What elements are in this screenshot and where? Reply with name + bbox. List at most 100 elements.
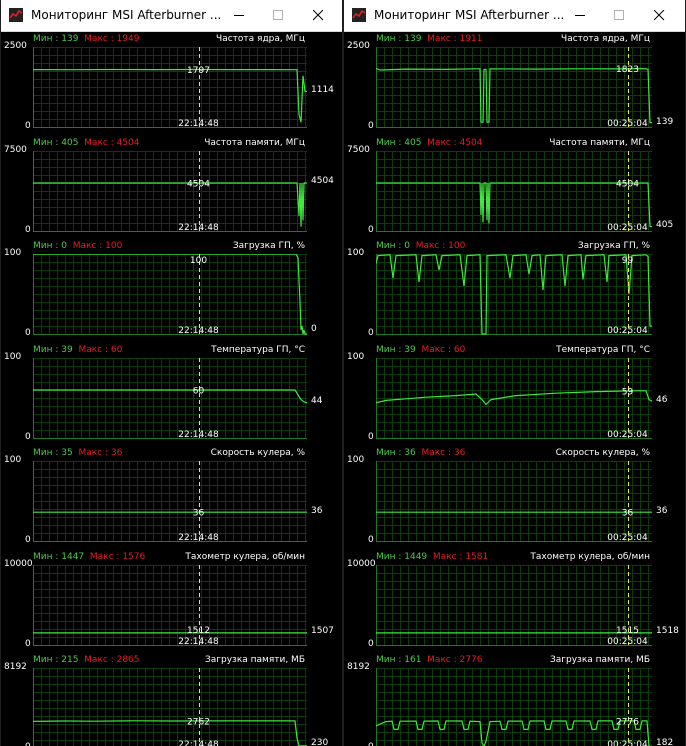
max-value: Макс : 60 (78, 344, 123, 355)
max-value: Макс : 1581 (432, 551, 489, 562)
title-bar[interactable]: Мониторинг MSI Afterburner ... (1, 0, 342, 32)
y-axis-min-label: 0 (368, 742, 374, 746)
close-button[interactable] (299, 0, 337, 31)
graph-minmax: Мин : 0 Макс : 100 (33, 238, 122, 254)
graph-title: Загрузка памяти, МБ (549, 655, 650, 665)
graph[interactable]: Мин : 35 Макс : 36 Скорость кулера, % 100 0… (1, 445, 342, 548)
marker-value: 59 (622, 387, 634, 397)
y-axis-min-label: 0 (368, 224, 374, 235)
max-value: Макс : 36 (78, 448, 123, 458)
graph[interactable]: Мин : 1447 Макс : 1576 Тахометр кулера, о… (1, 549, 342, 652)
marker-time: 00:25:04 (607, 637, 648, 646)
y-axis-min-label: 0 (25, 431, 31, 442)
y-axis-min-label: 0 (25, 742, 31, 746)
min-value: Мин : 39 (33, 344, 73, 355)
y-axis-min-label: 0 (368, 535, 374, 545)
graph-title: Скорость кулера, % (210, 448, 305, 458)
y-axis-max-label: 7500 (4, 144, 27, 155)
graph[interactable]: Мин : 0 Макс : 100 Загрузка ГП, % 100 0 100 2… (1, 238, 342, 341)
graph-title: Загрузка ГП, % (577, 241, 650, 251)
graph-minmax: Мин : 39 Макс : 60 (376, 342, 465, 358)
max-value: Макс : 1911 (427, 34, 483, 44)
min-value: Мин : 139 (376, 34, 422, 44)
graph[interactable]: Мин : 161 Макс : 2776 Загрузка памяти, МБ… (344, 652, 685, 746)
graph-plot[interactable]: 1797 22:14:48 (33, 47, 307, 128)
title-bar[interactable]: Мониторинг MSI Afterburner ... (344, 0, 685, 32)
graph-plot[interactable]: 1823 00:25:04 (376, 47, 652, 128)
monitor-window-right[interactable]: Мониторинг MSI Afterburner ... Мин : 139… (343, 0, 686, 746)
graph-plot[interactable]: 59 00:25:04 (376, 357, 652, 439)
afterburner-app-icon (352, 8, 366, 22)
graph[interactable]: Мин : 405 Макс : 4504 Частота памяти, МГц… (344, 135, 685, 238)
min-value: Мин : 36 (376, 448, 416, 458)
graph[interactable]: Мин : 139 Макс : 1911 Частота ядра, МГц 25… (344, 31, 685, 134)
y-axis-min-label: 0 (25, 224, 31, 235)
maximize-button[interactable] (600, 0, 638, 31)
graph[interactable]: Мин : 0 Макс : 100 Загрузка ГП, % 100 0 99 00… (344, 238, 685, 341)
graph-plot[interactable]: 60 22:14:48 (33, 357, 307, 439)
marker-time: 00:25:04 (607, 326, 648, 335)
close-button[interactable] (640, 0, 678, 31)
min-value: Мин : 405 (376, 137, 422, 148)
graph-plot[interactable]: 36 22:14:48 (33, 461, 307, 542)
min-value: Мин : 405 (33, 137, 79, 148)
graph[interactable]: Мин : 405 Макс : 4504 Частота памяти, МГц… (1, 135, 342, 238)
y-axis-max-label: 100 (347, 351, 365, 362)
graph[interactable]: Мин : 215 Макс : 2865 Загрузка памяти, МБ… (1, 652, 342, 746)
minimize-button[interactable] (561, 0, 599, 31)
graph-plot[interactable]: 151500:25:04 (376, 564, 652, 646)
graph-title: Температура ГП, °С (556, 344, 650, 355)
graph[interactable]: Мин : 39 Макс : 60 Температура ГП, °С 100 0… (344, 342, 685, 445)
graph[interactable]: Мин : 39 Макс : 60 Температура ГП, °С 100 0… (1, 342, 342, 445)
max-value: Макс : 2865 (84, 655, 140, 665)
current-value: 44 (311, 396, 323, 407)
close-icon (654, 10, 665, 21)
window-title: Мониторинг MSI Afterburner ... (31, 8, 222, 22)
monitor-window-left[interactable]: Мониторинг MSI Afterburner ... Мин : 139… (0, 0, 343, 746)
marker-time: 00:25:04 (607, 119, 648, 128)
current-value: 0 (311, 324, 317, 334)
y-axis-max-label: 8192 (4, 662, 27, 672)
current-value: 1507 (311, 626, 334, 637)
min-value: Мин : 139 (33, 34, 79, 44)
minimize-icon (234, 15, 244, 16)
marker-time: 22:14:48 (178, 223, 219, 232)
marker-value: 36 (193, 509, 205, 519)
graph[interactable]: Мин : 1449 Макс : 1581 Тахометр кулера, о… (344, 549, 685, 652)
graph-title: Частота ядра, МГц (561, 34, 650, 44)
maximize-icon (614, 10, 624, 20)
graph-title: Частота ядра, МГц (216, 34, 305, 44)
graph-plot[interactable]: 4504 22:14:48 (33, 150, 307, 232)
current-value: 1114 (311, 85, 334, 96)
marker-value: 99 (622, 256, 634, 266)
current-value: 4504 (311, 176, 334, 187)
min-value: Мин : 1449 (376, 551, 428, 562)
graph-plot[interactable]: 99 00:25:04 (376, 254, 652, 335)
minimize-button[interactable] (220, 0, 258, 31)
y-axis-min-label: 0 (25, 638, 31, 649)
marker-value: 2762 (187, 718, 210, 728)
min-value: Мин : 0 (33, 241, 67, 251)
min-value: Мин : 0 (376, 241, 410, 251)
y-axis-max-label: 8192 (347, 662, 370, 672)
max-value: Макс : 4504 (427, 137, 483, 148)
graph[interactable]: Мин : 139 Макс : 1949 Частота ядра, МГц 25… (1, 31, 342, 134)
graph-plot[interactable]: 36 00:25:04 (376, 461, 652, 542)
graph[interactable]: Мин : 36 Макс : 36 Скорость кулера, % 100 0… (344, 445, 685, 548)
y-axis-max-label: 10000 (347, 558, 376, 569)
y-axis-min-label: 0 (25, 535, 31, 545)
graph-plot[interactable]: 151222:14:48 (33, 564, 307, 646)
graph-plot[interactable]: 2762 22:14:48 (33, 668, 307, 746)
y-axis-min-label: 0 (368, 638, 374, 649)
marker-time: 22:14:48 (178, 533, 219, 542)
maximize-button[interactable] (259, 0, 297, 31)
min-value: Мин : 35 (33, 448, 73, 458)
max-value: Макс : 100 (72, 241, 123, 251)
window-title: Мониторинг MSI Afterburner ... (374, 8, 565, 22)
graph-title: Загрузка памяти, МБ (204, 655, 305, 665)
graph-plot[interactable]: 2776 00:25:04 (376, 668, 652, 746)
graph-plot[interactable]: 4504 00:25:04 (376, 150, 652, 232)
graph-plot[interactable]: 100 22:14:48 (33, 254, 307, 335)
max-value: Макс : 60 (421, 344, 466, 355)
graph-title: Тахометр кулера, об/мин (530, 551, 650, 562)
